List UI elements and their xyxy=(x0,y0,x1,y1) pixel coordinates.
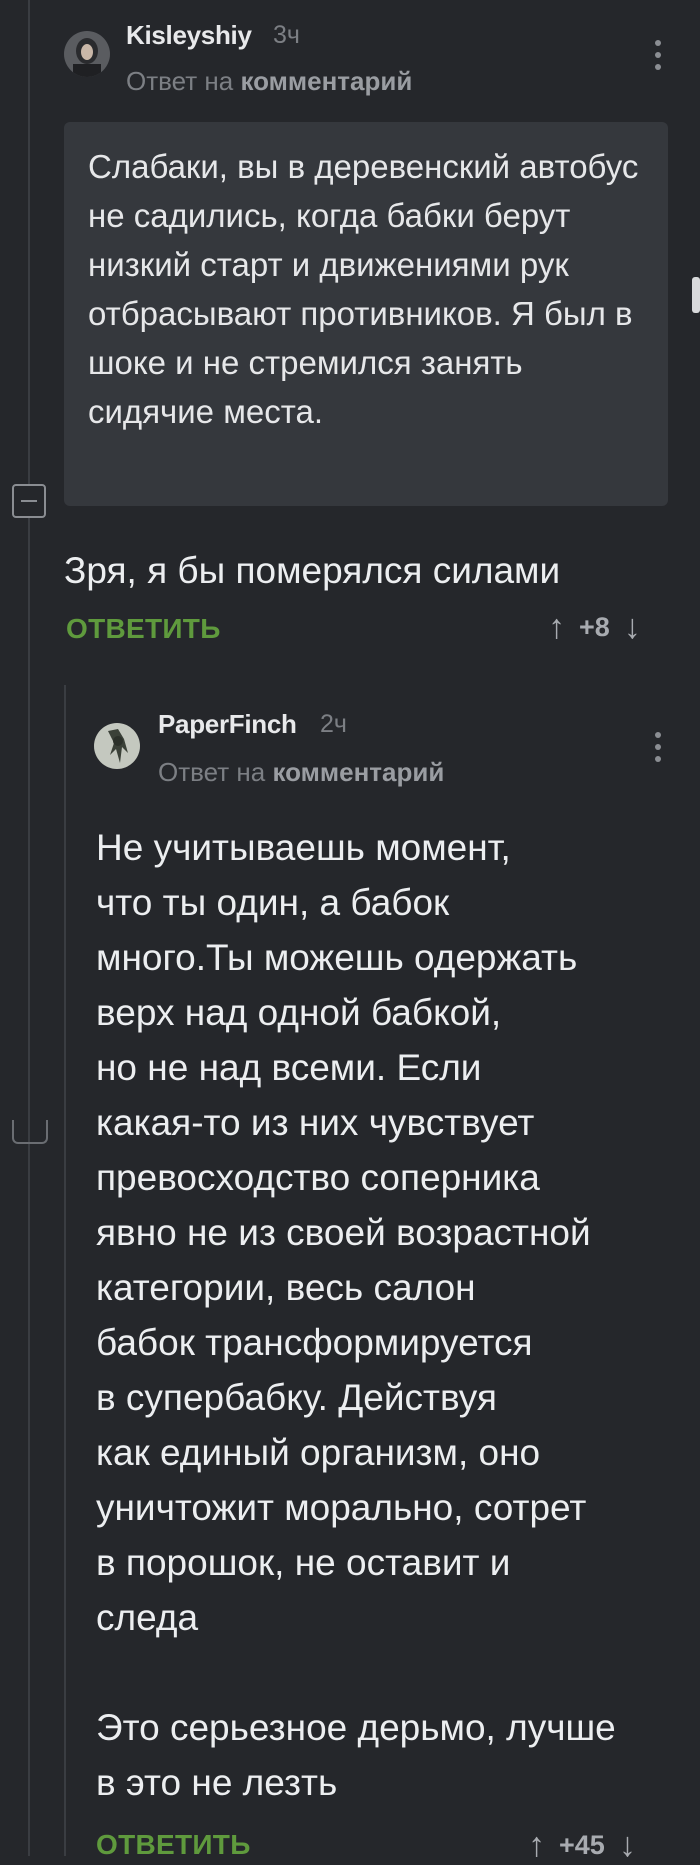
reply-to-link[interactable]: комментарий xyxy=(272,757,444,787)
thread-line xyxy=(28,518,30,1856)
minus-icon xyxy=(21,500,37,502)
username[interactable]: Kisleyshiy xyxy=(126,20,252,51)
vote-controls: ↑ +8 ↓ xyxy=(548,608,641,647)
score: +8 xyxy=(579,612,610,642)
reply-to: Ответ на комментарий xyxy=(126,66,412,97)
reply-to: Ответ на комментарий xyxy=(158,757,444,788)
avatar-image xyxy=(64,31,110,77)
thread-line xyxy=(28,0,30,484)
reply-button[interactable]: ОТВЕТИТЬ xyxy=(66,613,221,645)
quoted-comment: Слабаки, вы в деревенский автобус не сад… xyxy=(64,122,668,506)
avatar[interactable] xyxy=(64,31,110,77)
reply-button[interactable]: ОТВЕТИТЬ xyxy=(96,1829,251,1861)
arrow-up-icon[interactable]: ↑ xyxy=(528,1826,545,1865)
arrow-up-icon[interactable]: ↑ xyxy=(548,608,565,647)
reply-to-prefix: Ответ на xyxy=(158,757,266,787)
username[interactable]: PaperFinch xyxy=(158,709,297,740)
thread-line-nested xyxy=(64,685,66,1856)
avatar[interactable] xyxy=(94,723,140,769)
more-vertical-icon[interactable] xyxy=(655,40,661,76)
reply-to-link[interactable]: комментарий xyxy=(240,66,412,96)
score: +45 xyxy=(559,1830,605,1860)
scrollbar[interactable] xyxy=(692,277,700,313)
vote-controls: ↑ +45 ↓ xyxy=(528,1826,636,1865)
thread-elbow xyxy=(12,1120,48,1144)
arrow-down-icon[interactable]: ↓ xyxy=(619,1826,636,1865)
comment-text: Не учитываешь момент, что ты один, а баб… xyxy=(96,827,616,1803)
more-vertical-icon[interactable] xyxy=(655,732,661,768)
avatar-image xyxy=(94,723,140,769)
reply-to-prefix: Ответ на xyxy=(126,66,234,96)
timestamp: 2ч xyxy=(320,710,347,738)
collapse-thread-button[interactable] xyxy=(12,484,46,518)
comment-text: Зря, я бы померялся силами xyxy=(64,550,561,591)
arrow-down-icon[interactable]: ↓ xyxy=(624,608,641,647)
timestamp: 3ч xyxy=(273,21,300,49)
